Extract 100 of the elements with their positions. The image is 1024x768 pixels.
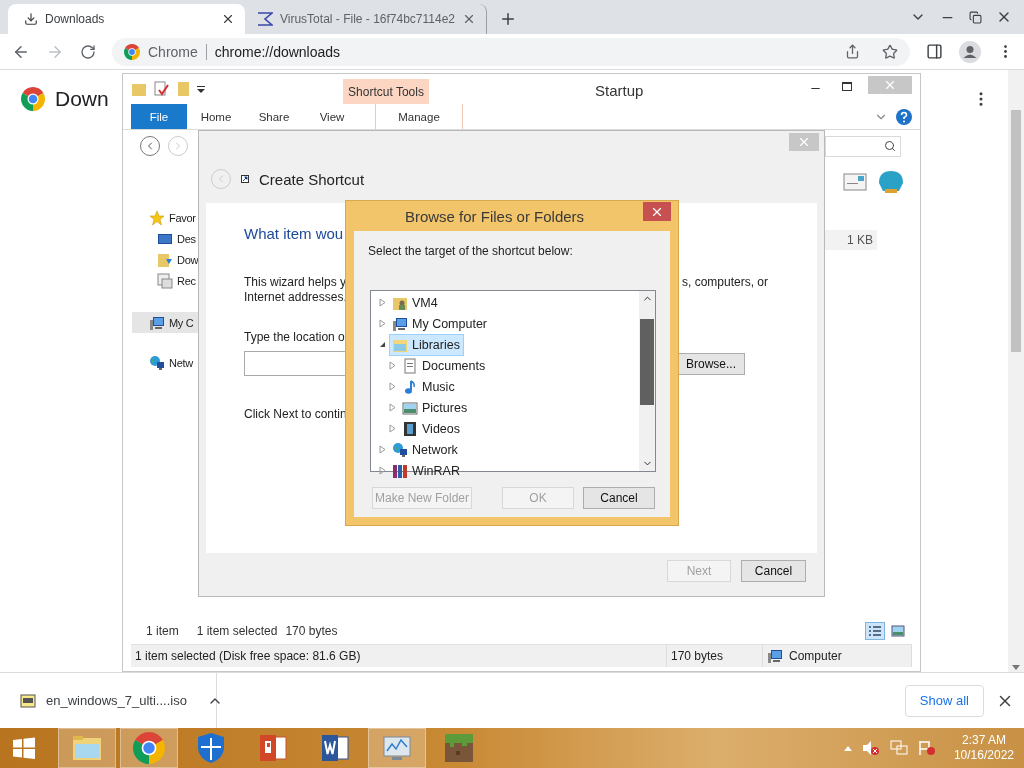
- collapsed-arrow-icon[interactable]: [379, 319, 386, 328]
- item-count: 1 item: [146, 624, 179, 638]
- tree-item[interactable]: Videos: [399, 417, 464, 440]
- close-icon[interactable]: [462, 12, 476, 26]
- presentation-icon[interactable]: [258, 733, 288, 763]
- navigation-item[interactable]: My C: [132, 312, 199, 333]
- ribbon-tab[interactable]: View: [303, 104, 361, 129]
- ribbon-tab[interactable]: Manage: [375, 104, 463, 129]
- disc-image-icon: [20, 693, 36, 708]
- wizard-heading: What item wou: [244, 225, 344, 242]
- reload-icon[interactable]: [80, 43, 96, 60]
- details-view-button[interactable]: [865, 622, 885, 640]
- collapsed-arrow-icon[interactable]: [379, 466, 386, 475]
- document-icon[interactable]: [320, 733, 350, 763]
- monitor-chart-icon[interactable]: [382, 734, 412, 762]
- tree-item[interactable]: Network: [389, 438, 462, 461]
- books-icon: [392, 462, 408, 479]
- search-icon: [884, 140, 896, 152]
- properties-icon[interactable]: [153, 81, 169, 97]
- search-field[interactable]: [825, 135, 901, 157]
- show-all-button[interactable]: Show all: [904, 684, 984, 717]
- close-icon: [883, 78, 897, 92]
- shell-icon[interactable]: [877, 169, 905, 195]
- star-icon: [149, 209, 165, 226]
- scroll-thumb[interactable]: [640, 319, 654, 405]
- ribbon-tab[interactable]: Home: [187, 104, 245, 129]
- scrollbar[interactable]: [639, 291, 655, 471]
- dialog-title: Browse for Files or Folders: [403, 208, 586, 225]
- network-icon[interactable]: [889, 740, 908, 756]
- new-tab-icon[interactable]: [499, 10, 517, 28]
- bookmark-star-icon[interactable]: [882, 43, 898, 60]
- collapsed-arrow-icon[interactable]: [389, 361, 396, 370]
- scroll-thumb[interactable]: [1011, 110, 1021, 352]
- browser-tab[interactable]: VirusTotal - File - 16f74bc7114e2: [245, 4, 487, 34]
- scroll-down-icon[interactable]: [1012, 665, 1020, 670]
- tree-item[interactable]: Documents: [399, 354, 490, 377]
- tree-item[interactable]: Music: [399, 375, 459, 398]
- computer-icon: [149, 314, 165, 331]
- tree-item[interactable]: VM4: [389, 291, 442, 314]
- navigation-item[interactable]: Netw: [132, 352, 199, 373]
- wizard-title: Create Shortcut: [259, 170, 365, 188]
- muted-speaker-icon[interactable]: [861, 740, 880, 756]
- ribbon-tab[interactable]: Share: [245, 104, 303, 129]
- status-text: Computer: [789, 649, 842, 663]
- network-icon: [392, 441, 408, 458]
- mail-icon[interactable]: [843, 173, 867, 191]
- profile-icon[interactable]: [959, 40, 981, 63]
- scrollbar[interactable]: [1008, 70, 1024, 672]
- film-icon: [402, 420, 418, 437]
- taskbar-button[interactable]: [120, 728, 178, 768]
- dropdown-icon[interactable]: [197, 85, 205, 93]
- address-bar[interactable]: Chrome chrome://downloads: [112, 37, 910, 66]
- navigation-label: Des: [177, 232, 196, 245]
- share-icon[interactable]: [845, 44, 860, 59]
- navigation-label: Netw: [169, 356, 193, 369]
- chrome-icon: [133, 732, 165, 764]
- collapsed-arrow-icon[interactable]: [379, 445, 386, 454]
- file-size-cell: 1 KB: [825, 230, 877, 250]
- selection-size: 170 bytes: [285, 624, 338, 638]
- ribbon-tab[interactable]: File: [131, 104, 187, 129]
- close-icon[interactable]: [221, 12, 235, 26]
- network-icon: [149, 354, 165, 371]
- shortcut-arrow-icon: [241, 175, 249, 183]
- navigation-item[interactable]: Des: [132, 228, 199, 249]
- collapsed-arrow-icon[interactable]: [389, 424, 396, 433]
- document-icon: [402, 357, 418, 374]
- help-icon[interactable]: [896, 108, 912, 125]
- cancel-button[interactable]: Cancel: [583, 487, 655, 509]
- tree-item[interactable]: Pictures: [399, 396, 472, 419]
- grass-block-icon[interactable]: [444, 733, 474, 763]
- navigation-item[interactable]: Favor: [132, 207, 199, 228]
- side-panel-icon[interactable]: [926, 43, 943, 60]
- collapsed-arrow-icon[interactable]: [389, 403, 396, 412]
- navigation-item[interactable]: Dow: [132, 249, 199, 270]
- wizard-intro: Internet addresses.: [244, 290, 347, 305]
- computer-icon: [767, 648, 783, 664]
- collapsed-arrow-icon[interactable]: [389, 382, 396, 391]
- show-hidden-icon[interactable]: [843, 745, 852, 751]
- close-button[interactable]: [643, 202, 671, 221]
- cancel-button[interactable]: Cancel: [741, 560, 806, 582]
- collapsed-arrow-icon[interactable]: [379, 298, 386, 307]
- flag-icon[interactable]: [917, 740, 936, 756]
- chrome-icon: [124, 43, 140, 60]
- navigation-label: Favor: [169, 211, 196, 224]
- shield-icon[interactable]: [196, 732, 226, 764]
- large-icons-view-button[interactable]: [888, 622, 908, 640]
- tree-item[interactable]: My Computer: [389, 312, 492, 335]
- tree-item[interactable]: Libraries: [389, 333, 464, 356]
- tree-item[interactable]: WinRAR: [389, 459, 464, 482]
- download-icon: [24, 12, 38, 26]
- restore-icon[interactable]: [969, 10, 982, 24]
- navigation-item[interactable]: Rec: [132, 270, 199, 291]
- expanded-arrow-icon[interactable]: [379, 341, 386, 348]
- location-label: Type the location o: [244, 330, 345, 345]
- download-filename: en_windows_7_ulti....iso: [46, 693, 187, 708]
- browser-tab[interactable]: Downloads: [8, 4, 245, 34]
- browse-button[interactable]: Browse...: [677, 352, 745, 375]
- wizard-intro: s, computers, or: [682, 275, 769, 290]
- maximize-icon[interactable]: [842, 82, 852, 91]
- navigation-label: Dow: [177, 253, 199, 266]
